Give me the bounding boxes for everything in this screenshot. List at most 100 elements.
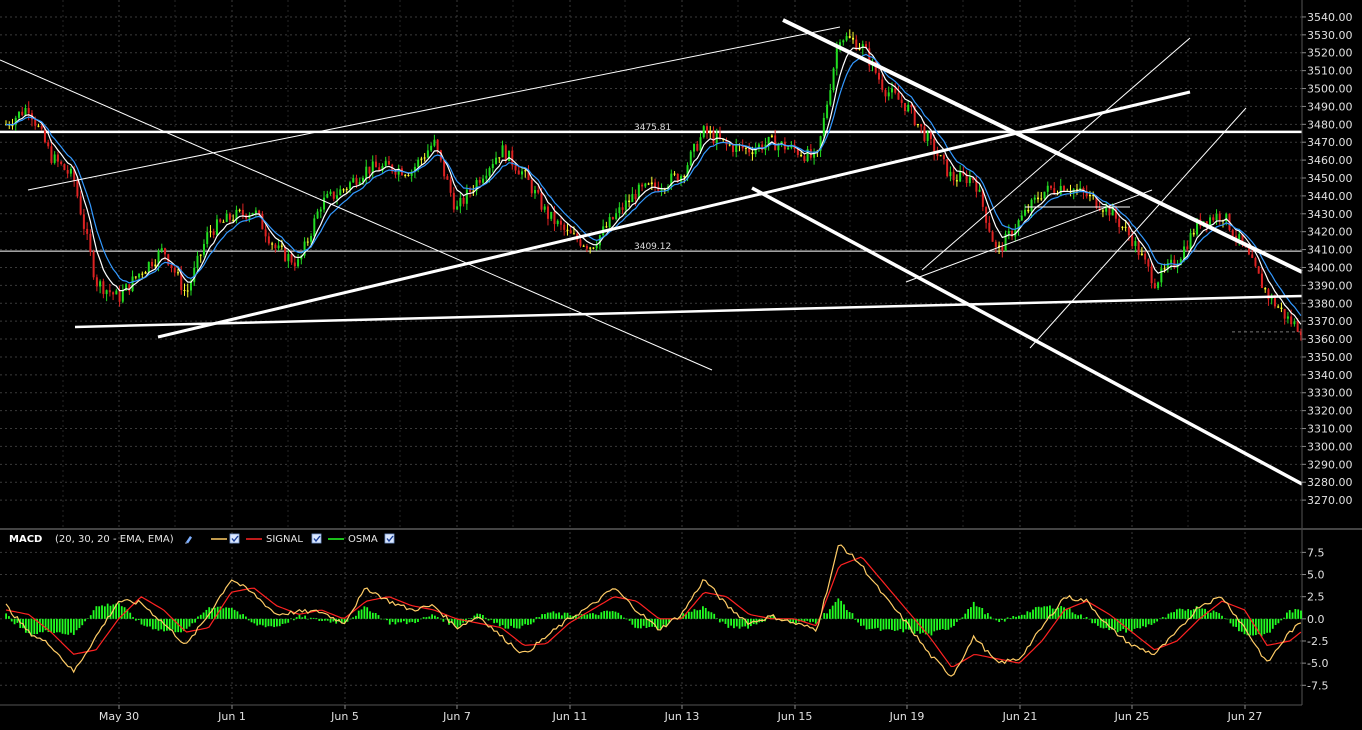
osma-bar [366,607,369,619]
osma-bar [137,618,140,621]
osma-bar [1017,615,1020,619]
candle-body [102,281,105,295]
osma-bar [259,618,261,625]
osma-bar [98,606,101,619]
candle-body [222,221,225,223]
candle-body [498,157,501,159]
osma-bar [1020,614,1023,619]
osma-bar [92,610,95,619]
candle-body [647,183,650,185]
candle-body [69,168,72,174]
osma-bar [1029,612,1032,619]
candle-body [852,37,855,40]
osma-bar [628,618,631,621]
candle-body [533,190,536,194]
candle-body [241,209,244,215]
candle-body [326,194,329,198]
osma-bar [984,614,986,619]
candle-body [699,137,702,151]
osma-bar [13,618,16,625]
candle-body [787,147,790,150]
osma-bar [981,608,984,619]
price-tick-label: 3520.00 [1307,47,1353,60]
osma-bar [363,606,366,619]
osma-bar [134,618,137,621]
osma-bar [1071,612,1074,619]
osma-bar [552,611,555,619]
osma-bar [191,618,194,624]
candle-body [134,276,137,278]
osma-bar [408,618,411,623]
candle-body [524,170,527,172]
candle-body [897,92,900,100]
candle-body [384,161,387,166]
osma-bar [930,618,933,636]
osma-bar [1260,618,1263,637]
osma-bar [1266,618,1269,633]
candle-body [92,251,95,278]
osma-bar [693,609,696,619]
osma-bar [544,614,546,619]
candle-body [332,191,335,199]
osma-bar [414,618,417,624]
candle-body [118,290,121,302]
osma-bar [1283,617,1285,619]
osma-bar [24,618,27,633]
osma-bar [428,616,431,619]
osma-bar [467,618,470,619]
candle-body [920,123,923,127]
osma-bar [953,618,955,626]
candle-body [835,48,838,69]
candle-body [95,277,98,287]
candle-body [199,254,202,256]
candle-body [624,200,627,210]
osma-bar [1060,606,1063,619]
osma-bar [1229,618,1232,624]
osma-bar [72,618,75,635]
candle-body [881,79,884,90]
signal-visibility-checkbox[interactable] [311,533,322,544]
candle-body [76,180,79,197]
osma-visibility-checkbox[interactable] [384,533,395,544]
candle-body [154,264,157,267]
osma-bar [1080,614,1082,619]
candle-body [1212,217,1215,221]
osma-bar [239,614,242,619]
macd-visibility-checkbox[interactable] [229,533,240,544]
osma-bar [950,618,953,628]
candle-body [1024,209,1027,216]
osma-bar [845,610,848,619]
candle-body [60,161,63,164]
osma-bar [840,600,843,619]
osma-bar [1300,610,1302,619]
candle-body [462,197,465,204]
osma-bar [284,618,287,624]
osma-bar [70,618,72,633]
osma-bar [419,618,422,620]
candle-body [1277,306,1280,308]
osma-bar [820,618,823,620]
osma-bar [242,614,244,619]
trading-chart[interactable]: 3475.81 3409.12 3540.00 3530.00 3520.00 3510… [0,0,1362,730]
osma-bar [425,617,428,619]
osma-bar [422,617,425,619]
osma-bar [893,618,896,631]
candle-body [1046,185,1049,192]
candle-body [1101,210,1104,212]
osma-bar [538,617,541,619]
candle-body [942,155,945,160]
price-tick-label: 3530.00 [1307,29,1353,42]
osma-bar [357,610,360,619]
candle-body [446,176,449,180]
macd-tick-label: -5.0 [1307,657,1328,670]
candle-body [1053,188,1056,193]
osma-bar [61,618,64,634]
candle-body [316,211,319,219]
candle-body [731,145,734,152]
candle-body [1059,186,1062,195]
candle-body [482,178,485,183]
candle-body [426,150,429,158]
osma-bar [1209,612,1212,619]
candle-body [605,226,608,228]
candle-body [177,272,180,274]
